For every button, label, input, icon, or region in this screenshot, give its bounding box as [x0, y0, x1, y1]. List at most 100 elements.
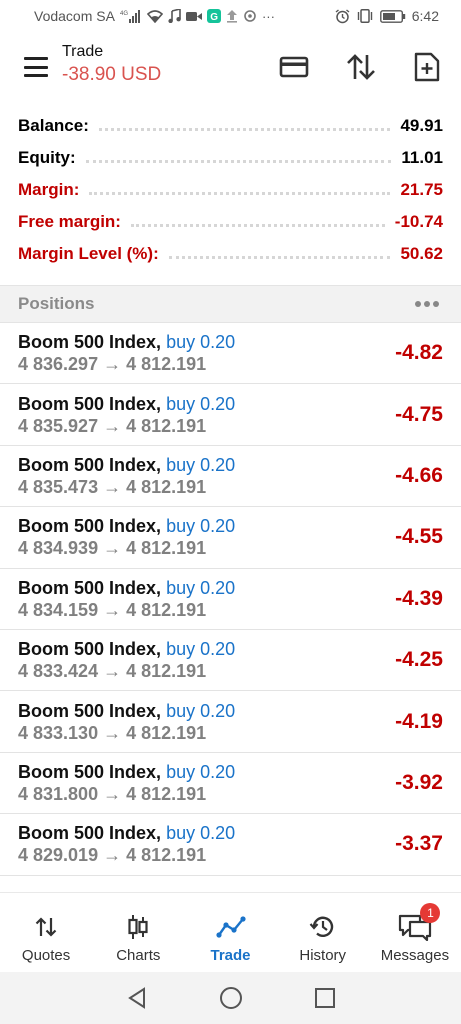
arrow-icon: →: [103, 783, 122, 804]
position-profit: -3.37: [395, 832, 443, 856]
charts-icon: [126, 913, 150, 941]
arrow-icon: →: [103, 415, 122, 436]
current-price: 4 812.191: [126, 783, 207, 804]
position-symbol: Boom 500 Index,: [18, 332, 162, 353]
sort-button[interactable]: [344, 50, 378, 84]
position-side: buy 0.20: [166, 332, 236, 353]
arrow-icon: →: [103, 599, 122, 620]
current-price: 4 812.191: [126, 599, 207, 620]
current-price: 4 812.191: [126, 476, 207, 497]
open-price: 4 835.473: [18, 476, 99, 497]
positions-list: Boom 500 Index, buy 0.20 4 836.297 → 4 8…: [0, 323, 461, 876]
margin-level-value: 50.62: [400, 244, 443, 263]
card-button[interactable]: [277, 50, 311, 84]
svg-text:G: G: [210, 12, 218, 23]
leader-dots: [168, 255, 391, 259]
quotes-icon: [34, 913, 58, 941]
arrow-icon: →: [103, 661, 122, 682]
position-row[interactable]: Boom 500 Index, buy 0.20 4 834.939 → 4 8…: [0, 507, 461, 569]
nav-charts[interactable]: Charts: [92, 893, 184, 972]
positions-header: Positions: [0, 285, 461, 323]
position-profit: -4.75: [395, 402, 443, 426]
current-price: 4 812.191: [126, 415, 207, 436]
margin-level-label: Margin Level (%):: [18, 244, 159, 263]
nav-quotes-label: Quotes: [21, 947, 71, 964]
vibrate-icon: [356, 8, 374, 24]
position-profit: -4.19: [395, 709, 443, 733]
position-profit: -4.55: [395, 525, 443, 549]
nav-messages[interactable]: 1 Messages: [369, 893, 461, 972]
more-dots-icon: [415, 301, 421, 307]
position-profit: -4.25: [395, 648, 443, 672]
network-type: 4G: [120, 11, 128, 17]
position-side: buy 0.20: [166, 393, 236, 414]
recents-button[interactable]: [313, 986, 337, 1010]
positions-more-button[interactable]: [411, 297, 443, 311]
total-profit: -38.90 USD: [62, 64, 162, 85]
nav-trade[interactable]: Trade: [184, 893, 276, 972]
margin-row: Margin: 21.75: [0, 174, 461, 206]
position-row[interactable]: Boom 500 Index, buy 0.20 4 835.927 → 4 8…: [0, 384, 461, 446]
position-symbol: Boom 500 Index,: [18, 700, 162, 721]
position-symbol: Boom 500 Index,: [18, 393, 162, 414]
margin-value: 21.75: [400, 180, 443, 199]
sync-icon: [243, 8, 257, 24]
sort-icon: [347, 54, 375, 80]
open-price: 4 834.939: [18, 538, 99, 559]
app-header: Trade -38.90 USD: [0, 32, 461, 104]
back-button[interactable]: [125, 986, 149, 1010]
battery-icon: [379, 8, 406, 24]
back-icon: [127, 987, 145, 1009]
more-icon: ···: [261, 8, 275, 24]
nav-history[interactable]: History: [277, 893, 369, 972]
bottom-navigation: Quotes Charts Trade History 1 Messages: [0, 892, 461, 972]
position-symbol: Boom 500 Index,: [18, 761, 162, 782]
hamburger-icon: [24, 57, 48, 60]
position-row[interactable]: Boom 500 Index, buy 0.20 4 835.473 → 4 8…: [0, 446, 461, 508]
new-order-button[interactable]: [410, 50, 444, 84]
video-icon: [185, 8, 202, 24]
system-navigation: [0, 972, 461, 1024]
balance-row: Balance: 49.91: [0, 110, 461, 142]
status-bar: Vodacom SA 4G G ··· 6:42: [0, 0, 461, 32]
leader-dots: [85, 159, 392, 163]
position-row[interactable]: Boom 500 Index, buy 0.20 4 834.159 → 4 8…: [0, 569, 461, 630]
open-price: 4 835.927: [18, 415, 99, 436]
position-profit: -4.66: [395, 463, 443, 487]
position-symbol: Boom 500 Index,: [18, 639, 162, 660]
nav-trade-label: Trade: [210, 947, 251, 964]
leader-dots: [130, 223, 385, 227]
upload-icon: [226, 8, 238, 24]
arrow-icon: →: [103, 722, 122, 743]
current-price: 4 812.191: [126, 661, 207, 682]
position-row[interactable]: Boom 500 Index, buy 0.20 4 833.424 → 4 8…: [0, 630, 461, 692]
arrow-icon: →: [103, 476, 122, 497]
arrow-icon: →: [103, 354, 122, 375]
music-icon: [168, 8, 181, 24]
position-row[interactable]: Boom 500 Index, buy 0.20 4 829.019 → 4 8…: [0, 814, 461, 876]
position-row[interactable]: Boom 500 Index, buy 0.20 4 831.800 → 4 8…: [0, 753, 461, 815]
messages-badge: 1: [420, 903, 441, 923]
position-row[interactable]: Boom 500 Index, buy 0.20 4 833.130 → 4 8…: [0, 691, 461, 753]
nav-quotes[interactable]: Quotes: [0, 893, 92, 972]
open-price: 4 834.159: [18, 599, 99, 620]
open-price: 4 836.297: [18, 354, 99, 375]
position-profit: -4.82: [395, 341, 443, 365]
margin-label: Margin:: [18, 180, 80, 199]
home-button[interactable]: [219, 986, 243, 1010]
position-profit: -4.39: [395, 586, 443, 610]
history-icon: [309, 913, 337, 941]
alarm-icon: [335, 8, 350, 24]
equity-row: Equity: 11.01: [0, 142, 461, 174]
equity-value: 11.01: [401, 148, 443, 167]
free-margin-label: Free margin:: [18, 212, 121, 231]
trade-icon: [215, 913, 246, 941]
equity-label: Equity:: [18, 148, 76, 167]
arrow-icon: →: [103, 845, 122, 866]
free-margin-value: -10.74: [394, 212, 443, 231]
position-side: buy 0.20: [166, 823, 236, 844]
menu-button[interactable]: [22, 54, 50, 80]
leader-dots: [98, 127, 391, 131]
position-row[interactable]: Boom 500 Index, buy 0.20 4 836.297 → 4 8…: [0, 323, 461, 385]
page-title: Trade: [62, 43, 104, 60]
